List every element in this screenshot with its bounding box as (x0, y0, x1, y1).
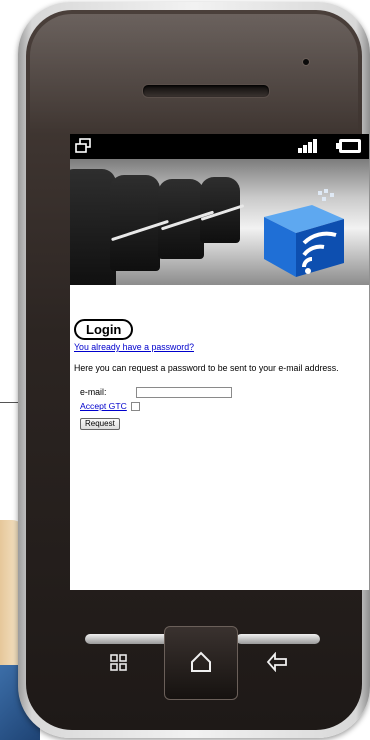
header-banner-image (70, 159, 369, 285)
email-label: e-mail: (80, 387, 107, 397)
accept-gtc-checkbox[interactable] (130, 401, 140, 411)
seat-shape (158, 179, 204, 259)
accept-gtc-link[interactable]: Accept GTC (80, 401, 127, 411)
login-content: Login You already have a password? Here … (70, 285, 369, 431)
phone-frame: Login You already have a password? Here … (18, 2, 370, 738)
menu-grid-icon[interactable] (110, 654, 128, 672)
info-text: Here you can request a password to be se… (74, 363, 339, 373)
battery-icon (336, 139, 361, 153)
status-bar (70, 134, 369, 159)
front-camera (302, 58, 310, 66)
signal-icon (298, 139, 317, 153)
wifi-cube-logo (264, 189, 344, 277)
seat-shape (110, 175, 160, 271)
phone-screen: Login You already have a password? Here … (70, 134, 369, 590)
earpiece-speaker (142, 84, 270, 98)
nav-bar-right-bezel (236, 634, 320, 644)
nav-bar-left-bezel (85, 634, 169, 644)
email-field[interactable] (136, 386, 232, 398)
home-icon[interactable] (189, 650, 213, 674)
request-button[interactable]: Request (80, 418, 120, 430)
windows-icon (75, 138, 91, 153)
request-form: e-mail: Accept GTC Request (80, 385, 369, 431)
gtc-row: Accept GTC (80, 399, 369, 413)
login-button[interactable]: Login (74, 319, 134, 340)
password-link[interactable]: You already have a password? (74, 342, 369, 352)
back-icon[interactable] (266, 652, 288, 672)
phone-sheen (30, 14, 358, 134)
email-row: e-mail: (80, 385, 369, 399)
